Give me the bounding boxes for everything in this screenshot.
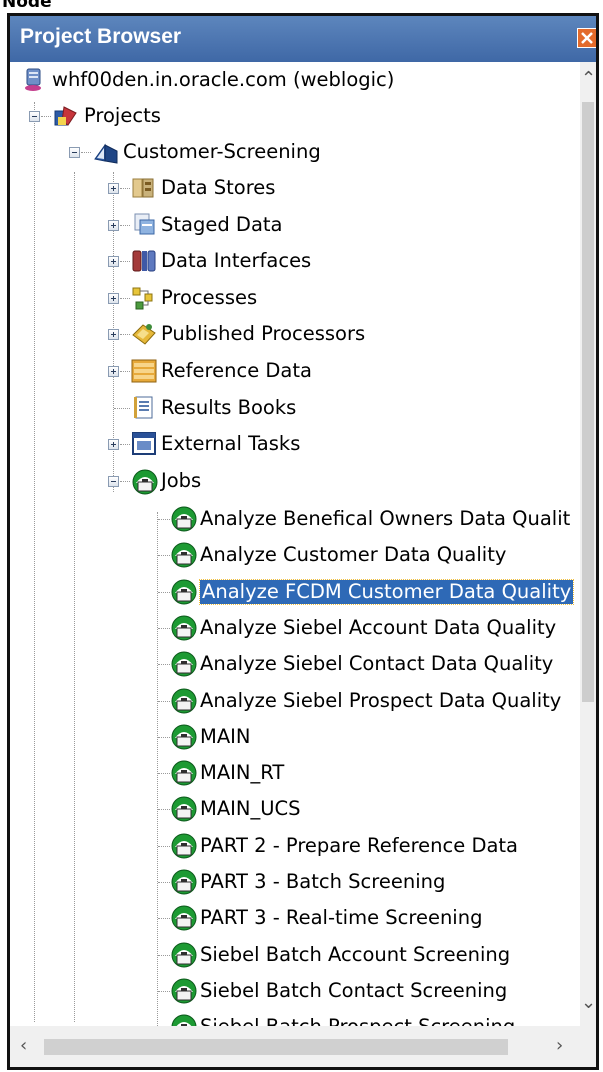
project-browser-panel: Project Browser whf00den.in.oracle.com (… [7,13,599,1070]
job-label: PART 2 - Prepare Reference Data [200,834,518,857]
expand-icon[interactable] [108,439,119,450]
tree-node-label: Projects [84,104,161,127]
node-caption: Node [2,0,52,12]
close-button[interactable] [577,28,596,48]
job-label: PART 3 - Real-time Screening [200,906,483,929]
job-icon [170,505,198,533]
scroll-right-icon[interactable]: › [556,1035,563,1056]
job-label: PART 3 - Batch Screening [200,870,446,893]
expand-icon[interactable] [108,329,119,340]
horizontal-scroll-thumb[interactable] [44,1039,508,1055]
job-icon [170,1013,198,1026]
job-label: MAIN_UCS [200,797,301,820]
tree-node-label: whf00den.in.oracle.com (weblogic) [52,68,395,91]
title-bar: Project Browser [10,16,596,62]
tree-node-label: Jobs [161,469,202,492]
expand-icon[interactable] [108,183,119,194]
close-icon [581,32,593,44]
job-label: MAIN [200,725,251,748]
staged-data-icon [131,212,157,238]
job-icon [170,614,198,642]
panel-title: Project Browser [20,25,182,48]
job-label: Analyze Customer Data Quality [200,543,507,566]
process-icon [131,285,157,311]
job-icon [170,541,198,569]
published-processor-icon [131,321,157,347]
expand-icon[interactable] [108,256,119,267]
job-label: Analyze Siebel Contact Data Quality [200,652,554,675]
job-icon [170,977,198,1005]
scroll-down-icon[interactable]: ⌄ [581,992,596,1013]
job-label: Siebel Batch Prospect Screening [200,1015,515,1026]
expand-icon[interactable] [108,220,119,231]
external-task-icon [131,431,157,457]
tree-node-label: Customer-Screening [123,140,321,163]
vertical-scroll-thumb[interactable] [582,102,594,702]
data-interface-icon [131,248,157,274]
job-icon [170,723,198,751]
job-icon [170,904,198,932]
job-icon [170,832,198,860]
scroll-left-icon[interactable]: ‹ [20,1035,27,1056]
job-label: Analyze Siebel Prospect Data Quality [200,689,562,712]
job-icon [170,578,198,606]
job-label: Analyze FCDM Customer Data Quality [198,579,575,605]
expand-icon[interactable] [108,293,119,304]
vertical-scrollbar[interactable]: ⌃ ⌄ [580,62,596,1026]
job-label: Siebel Batch Contact Screening [200,979,508,1002]
job-icon [170,650,198,678]
job-label: MAIN_RT [200,761,285,784]
job-label: Siebel Batch Account Screening [200,943,511,966]
reference-data-icon [131,358,157,384]
results-book-icon [131,395,157,421]
horizontal-scrollbar[interactable]: ‹ › [10,1026,596,1067]
tree-node-label: Reference Data [161,359,312,382]
project-book-icon [92,139,118,165]
tree-node-label: Published Processors [161,322,366,345]
project-tree: whf00den.in.oracle.com (weblogic) Projec… [10,62,580,1026]
job-icon [170,759,198,787]
tree-node-label: Staged Data [161,213,283,236]
collapse-icon[interactable] [69,147,80,158]
tree-node-label: Data Stores [161,176,276,199]
tree-node-label: Results Books [161,396,297,419]
job-label: Analyze Siebel Account Data Quality [200,616,557,639]
job-icon [170,687,198,715]
tree-node-label: External Tasks [161,432,301,455]
job-label: Analyze Benefical Owners Data Qualit [200,507,571,530]
collapse-icon[interactable] [108,476,119,487]
collapse-icon[interactable] [29,111,40,122]
database-icon [131,175,157,201]
server-icon [22,67,48,93]
projects-icon [52,103,78,129]
tree-node-label: Data Interfaces [161,249,312,272]
job-icon [170,795,198,823]
job-icon [131,468,158,495]
tree-node-label: Processes [161,286,258,309]
expand-icon[interactable] [108,366,119,377]
job-icon [170,941,198,969]
job-icon [170,868,198,896]
scroll-up-icon[interactable]: ⌃ [581,68,596,89]
